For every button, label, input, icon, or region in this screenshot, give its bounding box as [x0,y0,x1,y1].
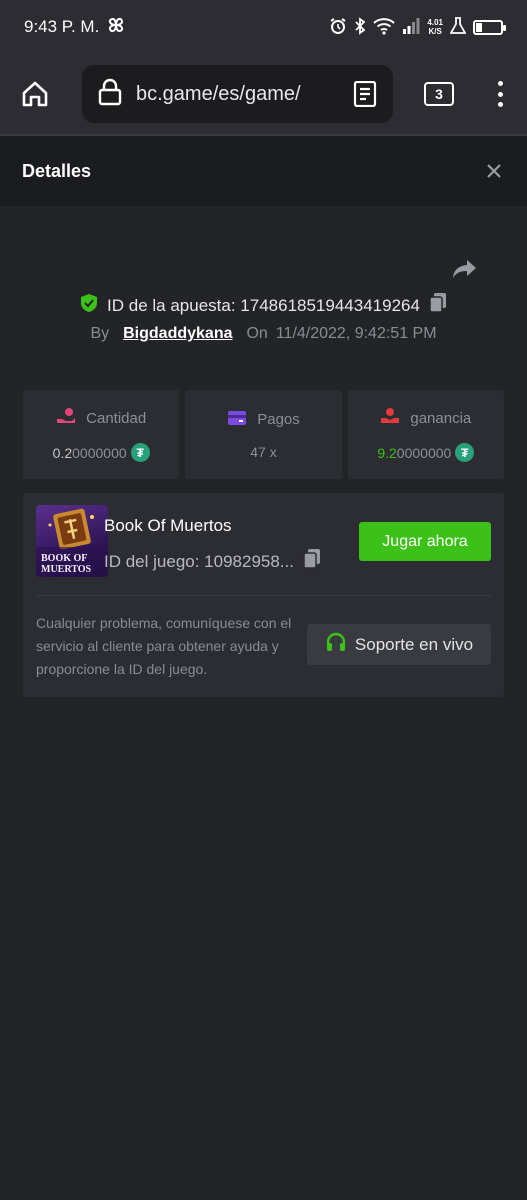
net-speed: 4.01 K/S [427,18,443,36]
url-text: bc.game/es/game/ [136,82,301,105]
status-time: 9:43 P. M. [24,17,100,36]
support-text: Cualquier problema, comuníquese con el s… [36,615,292,677]
profit-icon [380,407,400,429]
verified-shield-icon [79,293,99,318]
profit-value-strong: 9.2 [377,444,397,461]
overflow-menu-button[interactable] [492,78,508,110]
thumb-title-2: MUERTOS [41,564,91,575]
amount-label: Cantidad [86,409,147,427]
status-bar: 9:43 P. M. 4.01 K/S [0,0,527,54]
payout-icon [227,410,247,430]
modal-header: Detalles [0,136,527,206]
amount-value-strong: 0.2 [52,444,73,461]
by-label: By [90,325,110,342]
profit-value-rest: 0000000 [396,444,452,461]
home-icon [22,81,48,107]
usdt-icon: ₮ [130,443,150,462]
alarm-icon [329,17,347,38]
net-speed-unit: K/S [428,27,442,36]
flask-icon [449,16,467,38]
browser-toolbar: bc.game/es/game/ 3 [0,54,527,134]
share-button[interactable] [452,256,478,282]
modal-title: Detalles [22,160,92,181]
live-support-button[interactable]: Soporte en vivo [307,624,491,665]
bet-stats: Cantidad 0.20000000 ₮ Pagos 47 x gananci… [23,390,504,479]
amount-icon [56,407,76,429]
signal-icon [402,17,420,37]
close-icon [487,164,501,178]
copy-bet-id-icon[interactable] [428,292,448,319]
bet-id: ID de la apuesta: 1748618519443419264 [107,295,420,315]
live-support-label: Soporte en vivo [354,634,474,654]
bet-author-row: By Bigdaddykana On 11/4/2022, 9:42:51 PM [0,325,527,343]
card-divider [36,595,491,596]
play-now-button[interactable]: Jugar ahora [359,522,491,561]
reader-mode-icon[interactable] [353,80,377,112]
game-thumbnail[interactable]: BOOK OF MUERTOS [36,505,108,577]
stat-amount: Cantidad 0.20000000 ₮ [23,390,180,479]
net-speed-value: 4.01 [427,18,443,27]
pinwheel-icon [105,14,127,41]
usdt-icon: ₮ [455,443,475,462]
home-button[interactable] [0,54,70,134]
wifi-icon [373,17,396,38]
bluetooth-icon [354,16,366,38]
headset-icon [325,631,347,658]
share-icon [453,260,476,278]
game-name[interactable]: Book Of Muertos [104,516,232,536]
username-link[interactable]: Bigdaddykana [123,325,232,343]
url-bar[interactable]: bc.game/es/game/ [82,65,393,123]
battery-icon [473,19,506,35]
bet-date: 11/4/2022, 9:42:51 PM [275,325,437,342]
lock-icon [98,78,122,111]
thumb-title-1: BOOK OF [41,553,87,564]
game-id: ID del juego: 10982958... [104,551,294,571]
payout-label: Pagos [257,411,300,428]
bet-id-row: ID de la apuesta: 1748618519443419264 [0,292,527,319]
profit-label: ganancia [410,409,472,427]
stat-profit: ganancia 9.20000000 ₮ [347,390,504,479]
copy-game-id-icon[interactable] [302,548,322,575]
on-label: On [246,325,268,342]
tabs-button[interactable]: 3 [424,82,454,106]
payout-value: 47 x [250,443,277,460]
game-id-row: ID del juego: 10982958... [104,548,322,575]
close-button[interactable] [483,160,505,182]
stat-payout: Pagos 47 x [185,390,342,479]
amount-value-rest: 0000000 [72,444,127,461]
